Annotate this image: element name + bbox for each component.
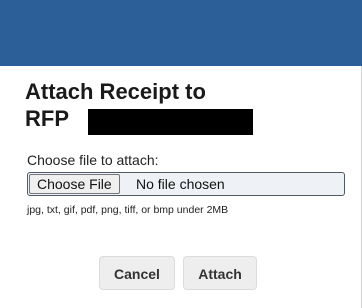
dialog-title-line-1: Attach Receipt to bbox=[25, 79, 206, 104]
file-input[interactable]: Choose File No file chosen bbox=[27, 172, 345, 196]
choose-file-button[interactable]: Choose File bbox=[29, 174, 120, 194]
redacted-rfp-number bbox=[88, 109, 253, 135]
header-bar bbox=[0, 0, 362, 66]
choose-file-label: Choose file to attach: bbox=[27, 152, 159, 168]
dialog-title-line-2: RFP bbox=[25, 106, 69, 131]
cancel-button[interactable]: Cancel bbox=[99, 256, 175, 290]
file-status-text: No file chosen bbox=[136, 176, 225, 192]
file-type-hint: jpg, txt, gif, pdf, png, tiff, or bmp un… bbox=[27, 204, 229, 216]
attach-button[interactable]: Attach bbox=[183, 256, 257, 290]
